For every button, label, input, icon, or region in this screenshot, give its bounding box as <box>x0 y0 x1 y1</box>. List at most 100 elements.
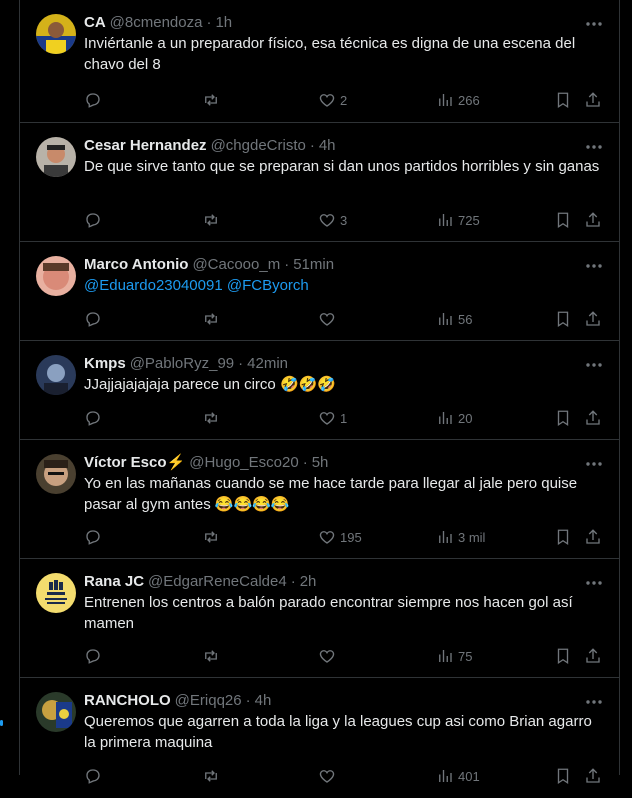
retweet-button[interactable] <box>202 527 224 547</box>
reply-button[interactable] <box>84 766 106 786</box>
share-button[interactable] <box>584 309 602 329</box>
author-handle[interactable]: @Cacooo_m <box>192 256 280 273</box>
views-button[interactable]: 401 <box>436 766 480 786</box>
avatar[interactable] <box>36 692 76 732</box>
reply-button[interactable] <box>84 408 106 428</box>
author-handle[interactable]: @EdgarReneCalde4 <box>148 573 287 590</box>
author-handle[interactable]: @Hugo_Esco20 <box>189 454 298 471</box>
retweet-button[interactable] <box>202 646 224 666</box>
timestamp[interactable]: 1h <box>215 14 232 31</box>
author-handle[interactable]: @8cmendoza <box>110 14 203 31</box>
bookmark-button[interactable] <box>554 527 572 547</box>
tweet-text: Yo en las mañanas cuando se me hace tard… <box>84 475 582 513</box>
avatar[interactable] <box>36 355 76 395</box>
retweet-button[interactable] <box>202 90 224 110</box>
reply-tweet[interactable]: CA @8cmendoza · 1h Inviértanle a un prep… <box>20 0 620 123</box>
retweet-button[interactable] <box>202 210 224 230</box>
reply-button[interactable] <box>84 646 106 666</box>
views-button[interactable]: 266 <box>436 90 480 110</box>
reply-tweet[interactable]: Víctor Esco ⚡ @Hugo_Esco20 · 5h Yo en las… <box>20 440 620 559</box>
reply-tweet[interactable]: Rana JC @EdgarReneCalde4 · 2h Entrenen l… <box>20 559 620 678</box>
bookmark-button[interactable] <box>554 766 572 786</box>
author-name[interactable]: Cesar Hernandez <box>84 137 207 154</box>
views-button[interactable]: 3 mil <box>436 527 485 547</box>
author-name[interactable]: CA <box>84 14 106 31</box>
author-name[interactable]: Víctor Esco <box>84 454 167 471</box>
more-icon[interactable] <box>584 692 604 712</box>
author-handle[interactable]: @Eriqq26 <box>175 692 242 709</box>
avatar[interactable] <box>36 256 76 296</box>
author-handle[interactable]: @chgdeCristo <box>211 137 306 154</box>
views-button[interactable]: 725 <box>436 210 480 230</box>
reply-button[interactable] <box>84 90 106 110</box>
reply-tweet[interactable]: Cesar Hernandez @chgdeCristo · 4h De que… <box>20 123 620 242</box>
share-button[interactable] <box>584 408 602 428</box>
reply-icon <box>86 312 100 327</box>
like-button[interactable] <box>318 309 340 329</box>
retweet-button[interactable] <box>202 766 224 786</box>
avatar[interactable] <box>36 573 76 613</box>
bookmark-button[interactable] <box>554 408 572 428</box>
views-button[interactable]: 75 <box>436 646 472 666</box>
reply-button[interactable] <box>84 309 106 329</box>
like-button[interactable] <box>318 766 340 786</box>
more-icon[interactable] <box>584 573 604 593</box>
share-button[interactable] <box>584 766 602 786</box>
avatar[interactable] <box>36 454 76 494</box>
views-button[interactable]: 20 <box>436 408 472 428</box>
analytics-icon <box>439 313 452 325</box>
timestamp[interactable]: 5h <box>312 454 329 471</box>
more-icon[interactable] <box>584 14 604 34</box>
reply-tweet[interactable]: RANCHOLO @Eriqq26 · 4h Queremos que agar… <box>20 678 620 798</box>
timestamp[interactable]: 2h <box>300 573 317 590</box>
reply-icon <box>86 769 100 784</box>
like-count: 3 <box>340 212 348 228</box>
author-name[interactable]: Kmps <box>84 355 126 372</box>
view-count: 266 <box>458 92 480 108</box>
retweet-button[interactable] <box>202 309 224 329</box>
share-button[interactable] <box>584 210 602 230</box>
author-name[interactable]: RANCHOLO <box>84 692 171 709</box>
view-count: 3 mil <box>458 529 486 545</box>
like-button[interactable]: 195 <box>318 527 362 547</box>
share-button[interactable] <box>584 527 602 547</box>
share-button[interactable] <box>584 90 602 110</box>
heart-icon <box>319 214 335 227</box>
more-icon[interactable] <box>584 355 604 375</box>
bookmark-icon <box>557 92 569 109</box>
like-button[interactable]: 1 <box>318 408 347 428</box>
views-button[interactable]: 56 <box>436 309 472 329</box>
bookmark-button[interactable] <box>554 90 572 110</box>
avatar[interactable] <box>36 137 76 177</box>
author-name[interactable]: Rana JC <box>84 573 144 590</box>
action-bar: 1 20 <box>84 408 604 428</box>
bookmark-button[interactable] <box>554 210 572 230</box>
reply-tweet[interactable]: Kmps @PabloRyz_99 · 42min JJajjajajajaja… <box>20 341 620 440</box>
more-icon[interactable] <box>584 454 604 474</box>
heart-icon <box>319 94 335 107</box>
share-icon <box>586 529 600 544</box>
timestamp[interactable]: 51min <box>293 256 334 273</box>
author-handle[interactable]: @PabloRyz_99 <box>130 355 234 372</box>
like-button[interactable]: 2 <box>318 90 347 110</box>
avatar[interactable] <box>36 14 76 54</box>
timestamp[interactable]: 4h <box>255 692 272 709</box>
timestamp[interactable]: 4h <box>319 137 336 154</box>
like-button[interactable]: 3 <box>318 210 347 230</box>
share-button[interactable] <box>584 646 602 666</box>
bookmark-button[interactable] <box>554 309 572 329</box>
more-icon[interactable] <box>584 137 604 157</box>
mention-link[interactable]: @Eduardo23040091 <box>84 277 223 294</box>
share-icon <box>586 768 600 783</box>
bookmark-button[interactable] <box>554 646 572 666</box>
more-icon[interactable] <box>584 256 604 276</box>
reply-tweet[interactable]: Marco Antonio @Cacooo_m · 51min @Eduardo… <box>20 242 620 341</box>
retweet-button[interactable] <box>202 408 224 428</box>
retweet-icon <box>205 214 217 226</box>
timestamp[interactable]: 42min <box>247 355 288 372</box>
like-button[interactable] <box>318 646 340 666</box>
mention-link[interactable]: @FCByorch <box>227 277 309 294</box>
reply-button[interactable] <box>84 210 106 230</box>
author-name[interactable]: Marco Antonio <box>84 256 188 273</box>
reply-button[interactable] <box>84 527 106 547</box>
